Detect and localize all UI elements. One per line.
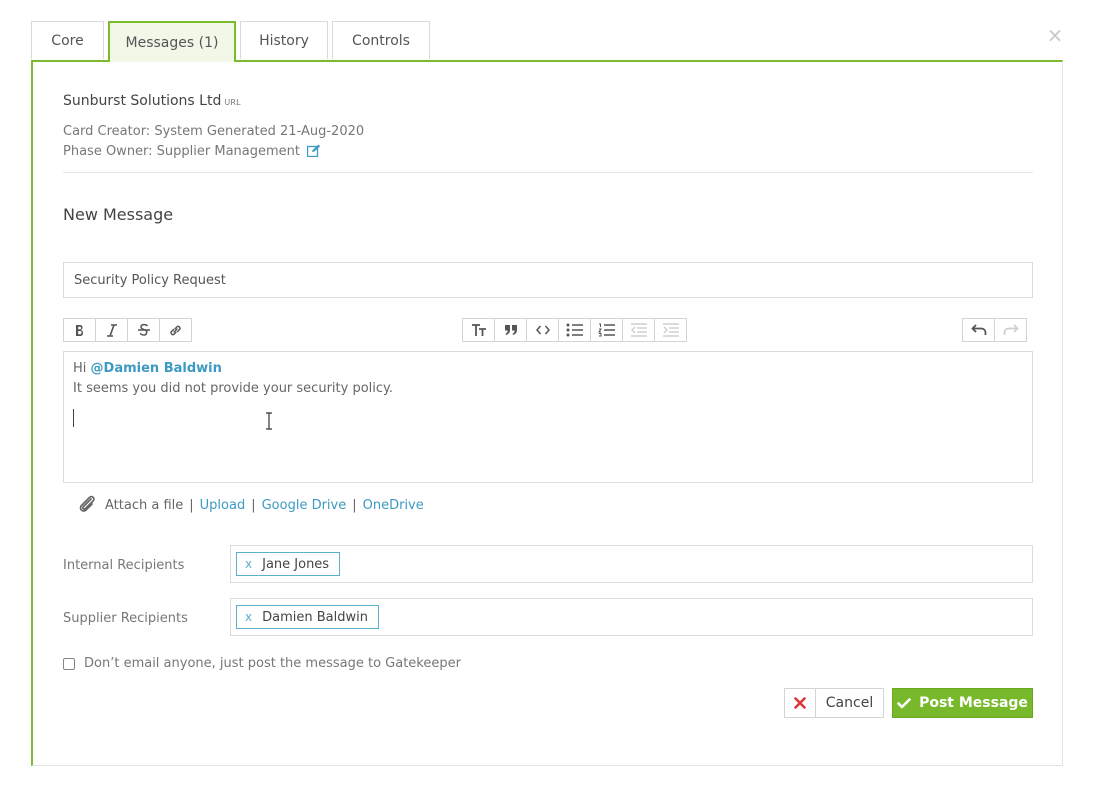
- company-name: Sunburst Solutions Ltd: [63, 93, 222, 109]
- phase-owner-text: Phase Owner: Supplier Management: [63, 144, 301, 159]
- link-icon[interactable]: [159, 318, 192, 342]
- indent-icon[interactable]: [654, 318, 687, 342]
- remove-recipient-button[interactable]: x: [245, 557, 252, 571]
- no-email-label[interactable]: Don’t email anyone, just post the messag…: [84, 656, 461, 671]
- recipient-token: x Jane Jones: [236, 552, 341, 576]
- messages-panel: Sunburst Solutions Ltd URL Card Creator: …: [31, 60, 1063, 766]
- outdent-icon[interactable]: [622, 318, 655, 342]
- subject-input[interactable]: [63, 262, 1033, 298]
- recipient-token: x Damien Baldwin: [236, 605, 379, 629]
- cancel-label: Cancel: [825, 695, 874, 711]
- post-message-button[interactable]: Post Message: [892, 688, 1033, 718]
- no-email-checkbox[interactable]: [63, 657, 75, 670]
- separator: |: [352, 497, 357, 513]
- phase-owner: Phase Owner: Supplier Management: [63, 144, 321, 161]
- recipient-name: Jane Jones: [262, 556, 330, 572]
- ibeam-cursor-icon: [266, 412, 272, 430]
- no-email-option: Don’t email anyone, just post the messag…: [63, 656, 461, 671]
- tab-core[interactable]: Core: [31, 21, 104, 59]
- code-icon[interactable]: [526, 318, 559, 342]
- internal-recipients-field[interactable]: x Jane Jones: [230, 545, 1033, 583]
- internal-recipients-label: Internal Recipients: [63, 558, 185, 573]
- supplier-recipients-label: Supplier Recipients: [63, 611, 188, 626]
- company-url-link[interactable]: URL: [224, 98, 240, 107]
- section-title: New Message: [63, 205, 174, 224]
- recipient-name: Damien Baldwin: [262, 609, 368, 625]
- post-message-label: Post Message: [919, 695, 1028, 711]
- tab-controls[interactable]: Controls: [332, 21, 430, 59]
- tab-history[interactable]: History: [240, 21, 328, 59]
- formatting-toolbar-middle: [462, 318, 687, 342]
- card-creator: Card Creator: System Generated 21-Aug-20…: [63, 124, 365, 139]
- undo-icon[interactable]: [962, 318, 995, 342]
- remove-recipient-button[interactable]: x: [245, 610, 252, 624]
- message-body-editor[interactable]: Hi @Damien Baldwin It seems you did not …: [63, 351, 1033, 483]
- supplier-recipients-field[interactable]: x Damien Baldwin: [230, 598, 1033, 636]
- close-icon[interactable]: ×: [1046, 24, 1064, 46]
- numbered-list-icon[interactable]: [590, 318, 623, 342]
- formatting-toolbar-right: [962, 318, 1027, 342]
- bold-icon[interactable]: [63, 318, 96, 342]
- text-caret: [73, 409, 74, 427]
- heading-icon[interactable]: [462, 318, 495, 342]
- bullet-list-icon[interactable]: [558, 318, 591, 342]
- divider: [63, 172, 1033, 173]
- italic-icon[interactable]: [95, 318, 128, 342]
- quote-icon[interactable]: [494, 318, 527, 342]
- company-heading: Sunburst Solutions Ltd URL: [63, 93, 241, 109]
- paperclip-icon[interactable]: [78, 494, 98, 516]
- separator: |: [251, 497, 256, 513]
- google-drive-link[interactable]: Google Drive: [262, 498, 347, 513]
- upload-link[interactable]: Upload: [200, 498, 246, 513]
- formatting-toolbar-left: [63, 318, 192, 342]
- separator: |: [189, 497, 194, 513]
- edit-icon[interactable]: [307, 144, 321, 161]
- redo-icon[interactable]: [994, 318, 1027, 342]
- strikethrough-icon[interactable]: [127, 318, 160, 342]
- tab-messages[interactable]: Messages (1): [108, 21, 236, 62]
- attach-file-label: Attach a file: [105, 497, 184, 513]
- onedrive-link[interactable]: OneDrive: [363, 498, 424, 513]
- mention-tag[interactable]: @Damien Baldwin: [91, 361, 222, 376]
- attach-file-row: Attach a file | Upload | Google Drive | …: [78, 494, 424, 516]
- cancel-button[interactable]: Cancel: [784, 688, 884, 718]
- greeting-text: Hi: [73, 361, 87, 376]
- cancel-icon: [785, 689, 816, 717]
- body-line-1: Hi @Damien Baldwin: [73, 359, 1023, 379]
- checkmark-icon: [897, 697, 911, 708]
- body-line-2: It seems you did not provide your securi…: [73, 381, 393, 396]
